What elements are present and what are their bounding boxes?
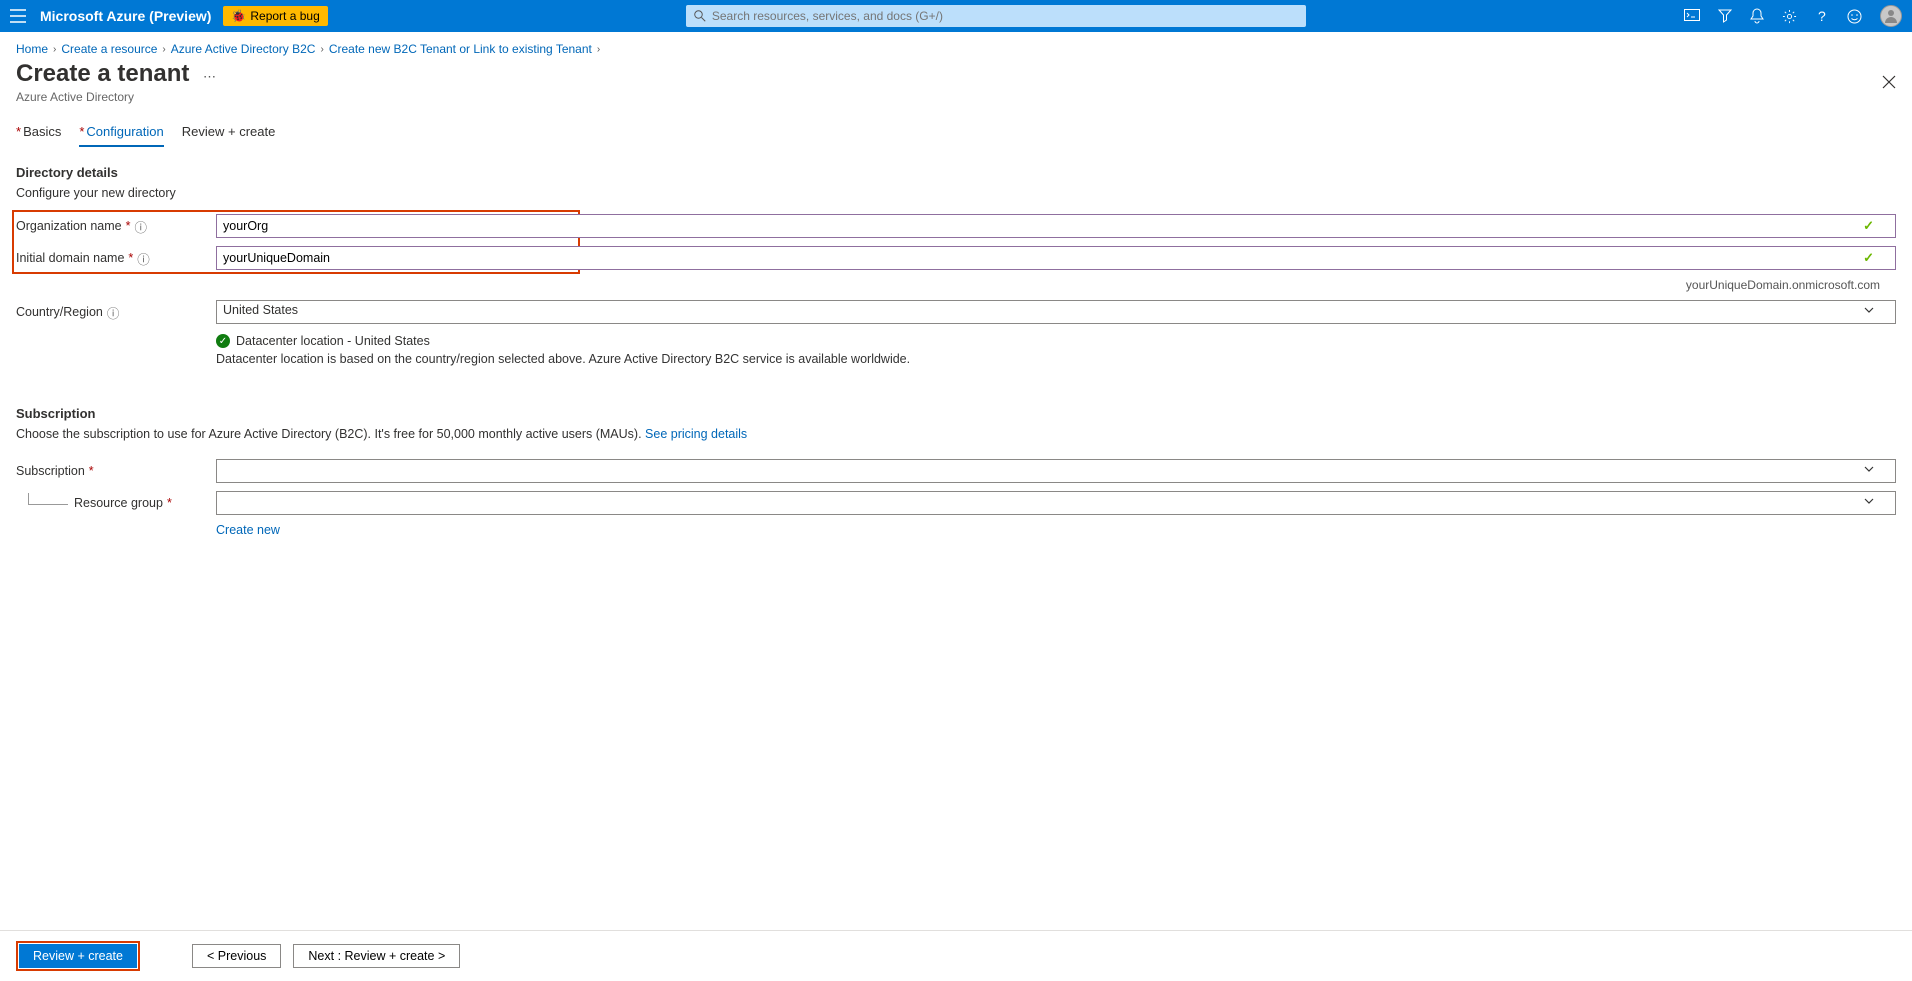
breadcrumb-aad-b2c[interactable]: Azure Active Directory B2C <box>171 42 316 56</box>
required-asterisk: * <box>167 496 172 510</box>
breadcrumb: Home › Create a resource › Azure Active Di… <box>0 32 1912 60</box>
datacenter-note: Datacenter location is based on the coun… <box>216 352 1896 366</box>
breadcrumb-create-tenant[interactable]: Create new B2C Tenant or Link to existin… <box>329 42 592 56</box>
country-region-value: United States <box>223 303 298 317</box>
svg-text:?: ? <box>1818 9 1826 23</box>
settings-icon[interactable] <box>1782 9 1797 24</box>
required-asterisk: * <box>89 464 94 478</box>
domain-name-input[interactable] <box>216 246 1896 270</box>
directory-details-heading: Directory details <box>16 165 1896 180</box>
chevron-right-icon: › <box>597 44 600 55</box>
info-icon[interactable]: ⓘ <box>107 303 120 322</box>
previous-button[interactable]: < Previous <box>192 944 281 968</box>
country-region-select[interactable]: United States <box>216 300 1896 324</box>
info-icon[interactable]: ⓘ <box>137 249 150 268</box>
org-name-label: Organization name <box>16 219 122 233</box>
breadcrumb-create-resource[interactable]: Create a resource <box>61 42 157 56</box>
subscription-desc: Choose the subscription to use for Azure… <box>16 427 1896 441</box>
org-name-input[interactable] <box>216 214 1896 238</box>
cloud-shell-icon[interactable] <box>1684 9 1700 23</box>
search-icon <box>694 10 706 22</box>
subscription-label: Subscription <box>16 464 85 478</box>
directory-details-desc: Configure your new directory <box>16 186 1896 200</box>
resource-group-label: Resource group <box>74 496 163 510</box>
report-bug-button[interactable]: 🐞 Report a bug <box>223 6 327 26</box>
global-search[interactable] <box>686 5 1306 27</box>
subscription-desc-text: Choose the subscription to use for Azure… <box>16 427 645 441</box>
next-button[interactable]: Next : Review + create > <box>293 944 460 968</box>
chevron-right-icon: › <box>53 44 56 55</box>
required-asterisk: * <box>128 251 133 265</box>
user-avatar[interactable] <box>1880 5 1902 27</box>
page-title: Create a tenant <box>16 60 189 88</box>
create-new-rg-link[interactable]: Create new <box>216 523 280 537</box>
hamburger-menu[interactable] <box>10 9 28 23</box>
domain-name-label: Initial domain name <box>16 251 124 265</box>
tab-basics[interactable]: Basics <box>16 124 61 147</box>
tab-review-create[interactable]: Review + create <box>182 124 276 147</box>
tree-connector <box>28 493 68 505</box>
pricing-details-link[interactable]: See pricing details <box>645 427 747 441</box>
review-create-button[interactable]: Review + create <box>19 944 137 968</box>
review-create-highlight: Review + create <box>16 941 140 971</box>
country-region-label: Country/Region <box>16 305 103 319</box>
page-subtitle: Azure Active Directory <box>16 90 216 104</box>
brand-title: Microsoft Azure (Preview) <box>40 8 211 24</box>
info-icon[interactable]: ⓘ <box>135 217 148 236</box>
chevron-right-icon: › <box>320 44 323 55</box>
datacenter-location-text: Datacenter location - United States <box>236 334 430 348</box>
subscription-select[interactable] <box>216 459 1896 483</box>
report-bug-label: Report a bug <box>250 9 319 23</box>
directory-filter-icon[interactable] <box>1718 9 1732 23</box>
notifications-icon[interactable] <box>1750 8 1764 24</box>
success-icon: ✓ <box>216 334 230 348</box>
subscription-heading: Subscription <box>16 406 1896 421</box>
tab-configuration[interactable]: Configuration <box>79 124 163 147</box>
feedback-icon[interactable] <box>1847 9 1862 24</box>
chevron-right-icon: › <box>162 44 165 55</box>
required-asterisk: * <box>126 219 131 233</box>
help-icon[interactable]: ? <box>1815 9 1829 23</box>
bug-icon: 🐞 <box>231 9 246 23</box>
resource-group-select[interactable] <box>216 491 1896 515</box>
domain-suffix-text: yourUniqueDomain.onmicrosoft.com <box>16 278 1896 292</box>
close-icon[interactable] <box>1882 75 1896 89</box>
more-actions-icon[interactable]: ⋯ <box>203 69 216 84</box>
breadcrumb-home[interactable]: Home <box>16 42 48 56</box>
search-input[interactable] <box>712 9 1298 23</box>
